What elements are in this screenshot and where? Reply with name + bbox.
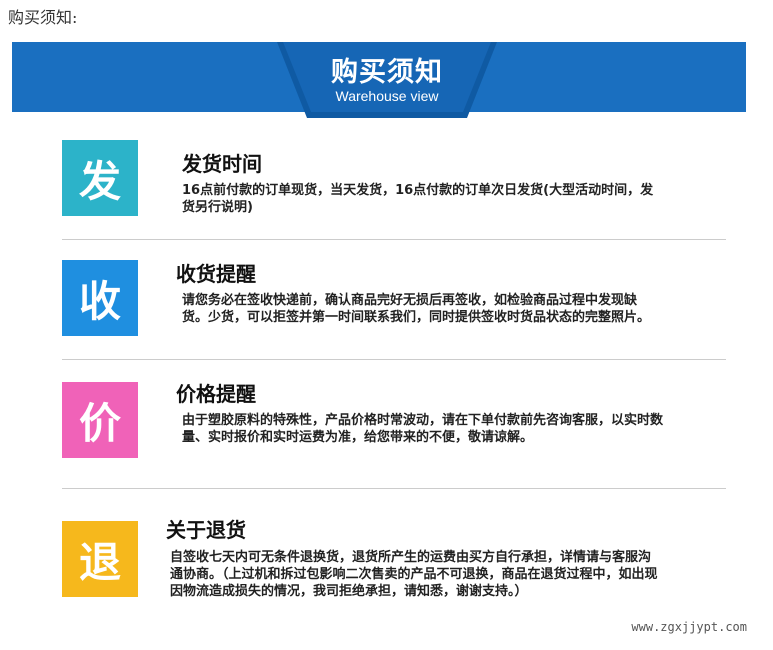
returns-body: 自签收七天内可无条件退换货，退货所产生的运费由买方自行承担，详情请与客服沟通协商… [170,550,658,599]
watermark: www.zgxjjypt.com [631,620,747,634]
price-body: 由于塑胶原料的特殊性，产品价格时常波动，请在下单付款前先咨询客服，以实时数量、实… [182,413,664,445]
price-title: 价格提醒 [176,382,256,406]
returns-badge: 退 [62,521,138,597]
price-badge: 价 [62,382,138,458]
receipt-body: 请您务必在签收快递前，确认商品完好无损后再签收，如检验商品过程中发现缺货。少货，… [182,293,651,325]
shipping-title: 发货时间 [182,152,262,176]
shipping-badge: 发 [62,140,138,216]
receipt-title: 收货提醒 [176,262,256,286]
banner-title: 购买须知 [331,57,443,88]
divider [62,359,726,360]
purchase-notice-banner: 购买须知 Warehouse view [12,42,746,118]
divider [62,488,726,489]
banner-title-tab: 购买须知 Warehouse view [277,42,497,118]
shipping-body: 16点前付款的订单现货，当天发货，16点付款的订单次日发货(大型活动时间，发货另… [182,183,654,215]
returns-title: 关于退货 [166,518,246,542]
page-heading: 购买须知: [8,8,78,27]
receipt-badge: 收 [62,260,138,336]
banner-subtitle: Warehouse view [335,88,439,104]
divider [62,239,726,240]
